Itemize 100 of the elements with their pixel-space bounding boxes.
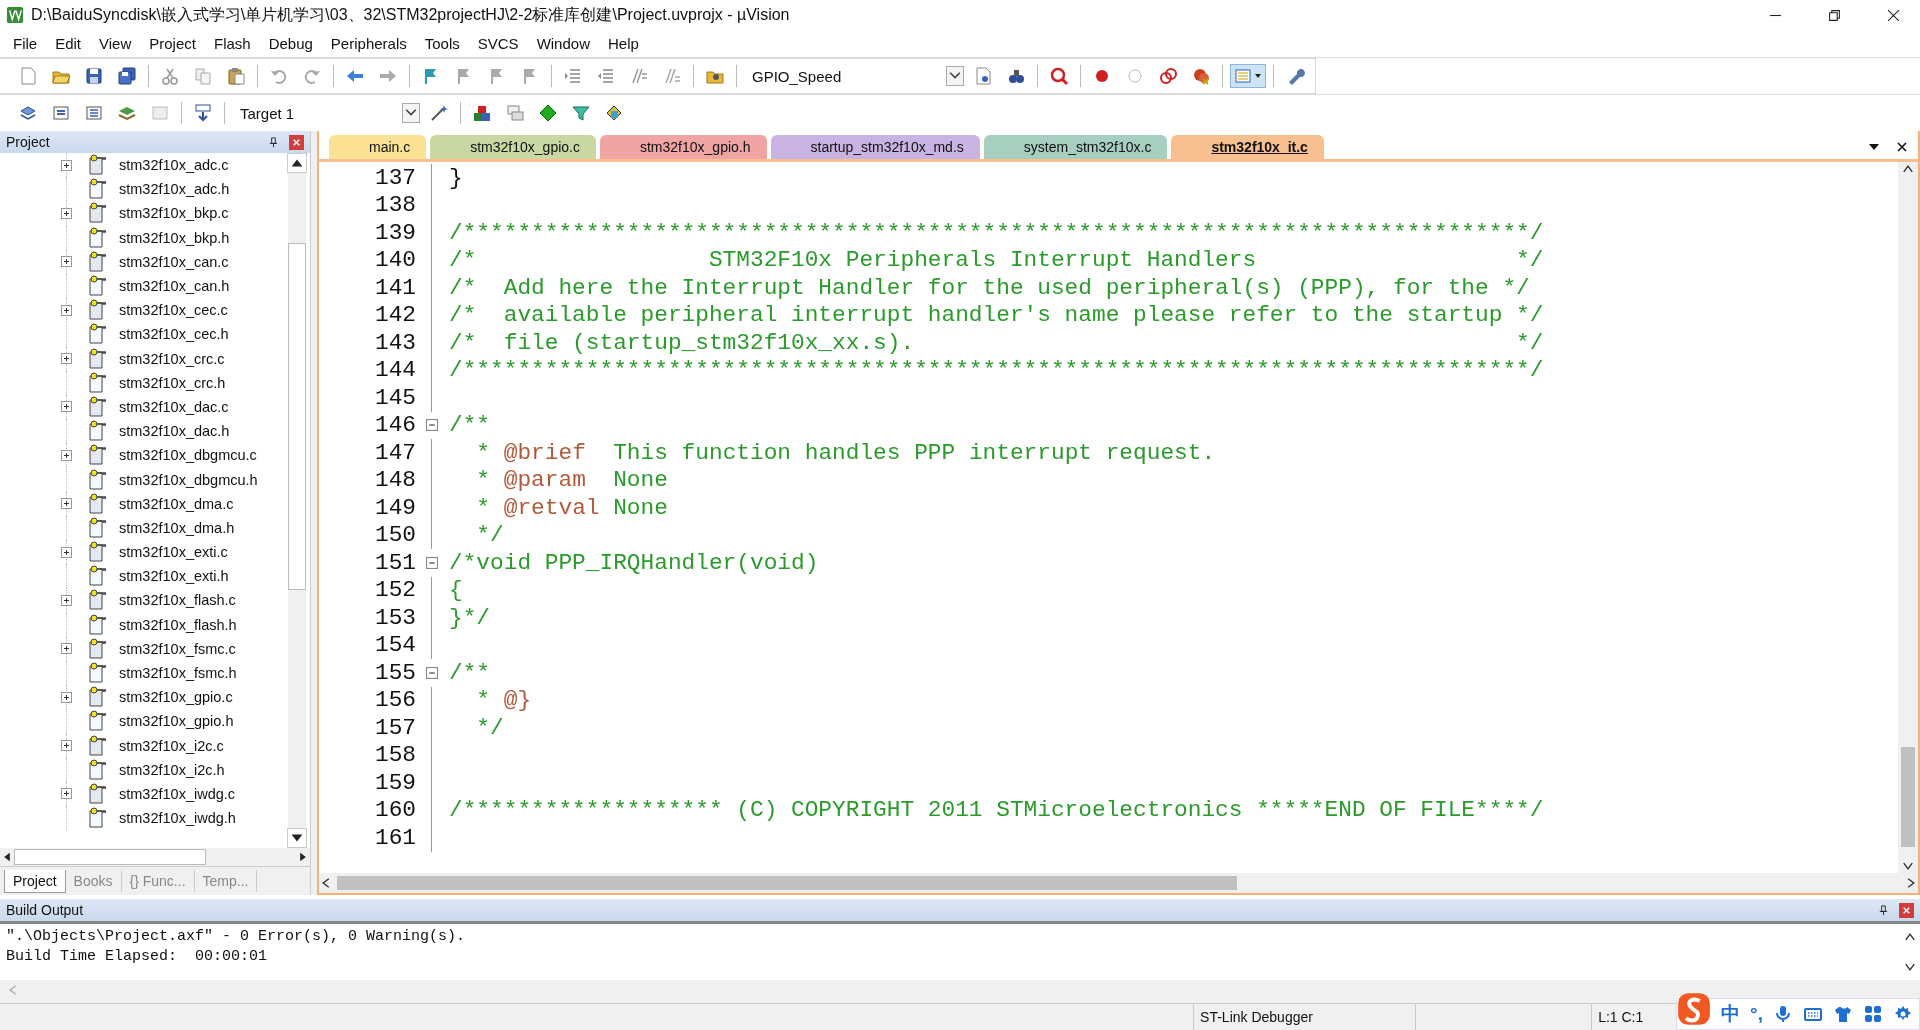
ime-mode[interactable]: 中 bbox=[1721, 1001, 1741, 1027]
tree-item[interactable]: stm32f10x_flash.c bbox=[119, 592, 236, 609]
rebuild-icon[interactable] bbox=[84, 103, 104, 123]
scissors-icon[interactable] bbox=[160, 66, 180, 86]
load-icon[interactable] bbox=[193, 103, 213, 123]
expand-icon[interactable] bbox=[61, 256, 72, 268]
tree-item[interactable]: stm32f10x_adc.h bbox=[119, 181, 230, 198]
tree-item[interactable]: stm32f10x_can.c bbox=[119, 253, 229, 270]
scroll-up-icon[interactable] bbox=[287, 153, 307, 173]
tree-item[interactable]: stm32f10x_flash.h bbox=[119, 616, 237, 633]
comment-lines-icon[interactable] bbox=[629, 66, 649, 86]
expand-icon[interactable] bbox=[61, 353, 72, 365]
close-icon[interactable] bbox=[1887, 8, 1900, 22]
panel-tab[interactable]: Project bbox=[4, 869, 66, 893]
menu-item[interactable]: Peripherals bbox=[321, 35, 416, 52]
expand-icon[interactable] bbox=[61, 740, 72, 752]
file-tab[interactable]: main.c bbox=[329, 135, 427, 159]
tree-item[interactable]: stm32f10x_exti.h bbox=[119, 568, 229, 585]
expand-icon[interactable] bbox=[61, 546, 72, 558]
funnel-icon[interactable] bbox=[571, 103, 591, 123]
diamond-icon[interactable] bbox=[538, 103, 558, 123]
colored-boxes-icon[interactable] bbox=[604, 103, 624, 123]
menu-item[interactable]: SVCS bbox=[468, 35, 528, 52]
menu-item[interactable]: Help bbox=[599, 35, 648, 52]
fold-icon[interactable] bbox=[425, 419, 438, 432]
file-tab[interactable]: stm32f10x_it.c bbox=[1171, 135, 1324, 159]
menu-item[interactable]: Window bbox=[527, 35, 599, 52]
menu-item[interactable]: File bbox=[4, 35, 47, 52]
expand-icon[interactable] bbox=[61, 207, 72, 219]
tree-item[interactable]: stm32f10x_dac.h bbox=[119, 423, 230, 440]
tree-item[interactable]: stm32f10x_i2c.h bbox=[119, 761, 225, 778]
tree-item[interactable]: stm32f10x_fsmc.h bbox=[119, 665, 237, 682]
dropdown-icon[interactable] bbox=[946, 66, 964, 86]
tree-item[interactable]: stm32f10x_dbgmcu.c bbox=[119, 447, 257, 464]
pin-icon[interactable] bbox=[1878, 904, 1889, 916]
fold-icon[interactable] bbox=[425, 556, 438, 569]
tree-item[interactable]: stm32f10x_exti.c bbox=[119, 544, 228, 561]
pin-icon[interactable] bbox=[268, 136, 279, 148]
tree-item[interactable]: stm32f10x_adc.c bbox=[119, 157, 229, 174]
menu-item[interactable]: Flash bbox=[204, 35, 260, 52]
file-tab[interactable]: startup_stm32f10x_md.s bbox=[770, 135, 980, 159]
expand-icon[interactable] bbox=[61, 691, 72, 703]
save-all-icon[interactable] bbox=[117, 66, 137, 86]
expand-icon[interactable] bbox=[61, 788, 72, 800]
paste-icon[interactable] bbox=[226, 66, 246, 86]
two-circles-icon[interactable] bbox=[1158, 66, 1178, 86]
save-icon[interactable] bbox=[84, 66, 104, 86]
dropdown-icon[interactable] bbox=[402, 103, 420, 123]
build-icon[interactable] bbox=[51, 103, 71, 123]
expand-icon[interactable] bbox=[61, 304, 72, 316]
expand-icon[interactable] bbox=[61, 159, 72, 171]
fold-icon[interactable] bbox=[425, 666, 438, 679]
close-icon[interactable] bbox=[1896, 141, 1908, 153]
file-tab[interactable]: stm32f10x_gpio.c bbox=[430, 135, 596, 159]
debug-magnifier-icon[interactable] bbox=[1049, 66, 1069, 86]
scroll-down-icon[interactable] bbox=[287, 828, 307, 848]
tree-item[interactable]: stm32f10x_can.h bbox=[119, 278, 230, 295]
tree-item[interactable]: stm32f10x_iwdg.h bbox=[119, 810, 236, 827]
expand-icon[interactable] bbox=[61, 643, 72, 655]
window-layout-button[interactable] bbox=[1230, 64, 1266, 88]
breakpoint-delete-icon[interactable] bbox=[1191, 66, 1211, 86]
tree-item[interactable]: stm32f10x_dma.h bbox=[119, 519, 235, 536]
magic-wand-icon[interactable] bbox=[429, 103, 449, 123]
target-combo[interactable]: Target 1 bbox=[232, 102, 420, 124]
menu-item[interactable]: Tools bbox=[415, 35, 469, 52]
grid-icon[interactable] bbox=[1863, 1004, 1883, 1024]
menu-item[interactable]: Project bbox=[140, 35, 205, 52]
stacked-windows-icon[interactable] bbox=[505, 103, 525, 123]
restore-icon[interactable] bbox=[1828, 8, 1841, 22]
menu-item[interactable]: View bbox=[90, 35, 141, 52]
tree-item[interactable]: stm32f10x_dma.c bbox=[119, 495, 234, 512]
tree-item[interactable]: stm32f10x_bkp.c bbox=[119, 205, 229, 222]
tree-item[interactable]: stm32f10x_i2c.c bbox=[119, 737, 224, 754]
vertical-scrollbar[interactable] bbox=[1898, 162, 1918, 873]
tree-item[interactable]: stm32f10x_dac.c bbox=[119, 398, 229, 415]
tree-item[interactable]: stm32f10x_gpio.h bbox=[119, 713, 234, 730]
expand-icon[interactable] bbox=[61, 401, 72, 413]
file-tab[interactable]: system_stm32f10x.c bbox=[983, 135, 1168, 159]
tree-item[interactable]: stm32f10x_cec.c bbox=[119, 302, 228, 319]
ime-logo-icon[interactable] bbox=[1677, 992, 1712, 1026]
blocks-icon[interactable] bbox=[472, 103, 492, 123]
tree-item[interactable]: stm32f10x_crc.h bbox=[119, 374, 226, 391]
menu-item[interactable]: Edit bbox=[46, 35, 91, 52]
tree-item[interactable]: stm32f10x_fsmc.c bbox=[119, 640, 236, 657]
ime-punctuation[interactable]: °, bbox=[1750, 1003, 1763, 1025]
tree-item[interactable]: stm32f10x_crc.c bbox=[119, 350, 225, 367]
tree-item[interactable]: stm32f10x_gpio.c bbox=[119, 689, 233, 706]
tree-item[interactable]: stm32f10x_dbgmcu.h bbox=[119, 471, 258, 488]
microphone-icon[interactable] bbox=[1773, 1004, 1793, 1024]
tree-item[interactable]: stm32f10x_iwdg.c bbox=[119, 785, 236, 802]
horizontal-scrollbar[interactable] bbox=[319, 873, 1918, 893]
scroll-thumb[interactable] bbox=[288, 243, 306, 590]
shirt-icon[interactable] bbox=[1833, 1004, 1853, 1024]
tree-item[interactable]: stm32f10x_cec.h bbox=[119, 326, 229, 343]
scroll-thumb[interactable] bbox=[1901, 747, 1915, 847]
find-combo[interactable]: GPIO_Speed bbox=[744, 65, 964, 87]
scroll-thumb[interactable] bbox=[14, 849, 206, 865]
document-search-icon[interactable] bbox=[973, 66, 993, 86]
expand-icon[interactable] bbox=[61, 449, 72, 461]
tree-item[interactable]: stm32f10x_bkp.h bbox=[119, 229, 230, 246]
